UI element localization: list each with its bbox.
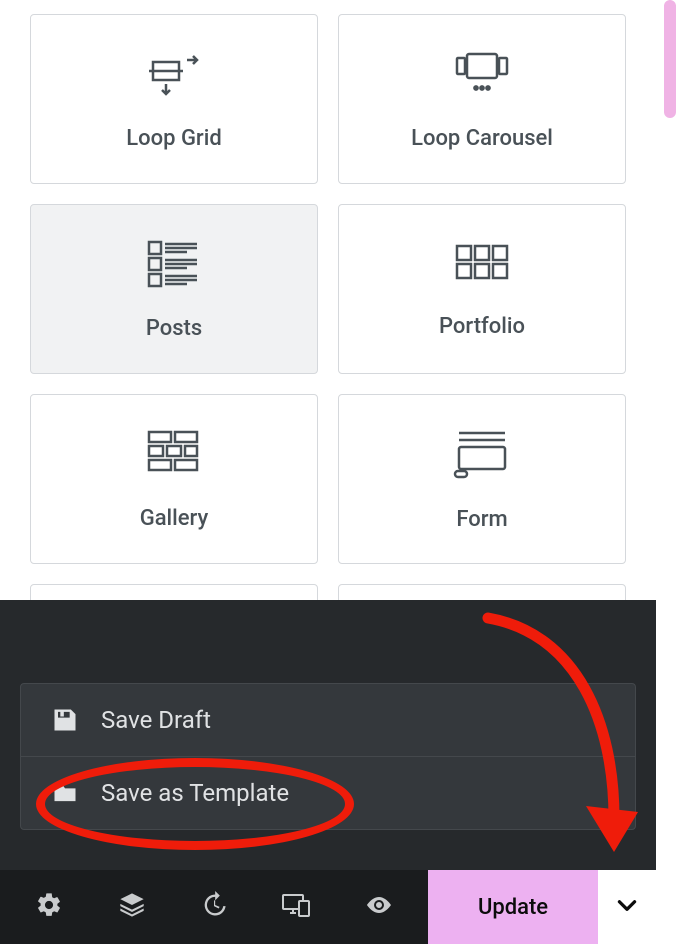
save-options-menu: Save Draft Save as Template	[20, 683, 636, 830]
widget-label: Posts	[146, 316, 202, 341]
widget-portfolio[interactable]: Portfolio	[338, 204, 626, 374]
chevron-down-icon	[614, 892, 640, 922]
save-draft-option[interactable]: Save Draft	[21, 684, 635, 756]
history-icon	[200, 891, 228, 923]
bottom-toolbar: Update	[0, 870, 656, 944]
posts-icon	[143, 238, 205, 292]
widget-panel: Loop Grid Loop Carousel	[0, 0, 656, 600]
widget-label: Loop Grid	[126, 126, 221, 151]
widget-label: Form	[456, 507, 507, 532]
form-icon	[451, 427, 513, 483]
save-as-template-option[interactable]: Save as Template	[21, 756, 635, 829]
right-gutter	[656, 0, 676, 944]
widget-posts[interactable]: Posts	[30, 204, 318, 374]
devices-icon	[281, 892, 311, 922]
update-button[interactable]: Update	[428, 870, 598, 944]
widget-loop-carousel[interactable]: Loop Carousel	[338, 14, 626, 184]
settings-button[interactable]	[19, 870, 79, 944]
update-label: Update	[478, 895, 548, 920]
widget-label: Gallery	[140, 506, 209, 531]
widget-label: Loop Carousel	[411, 126, 553, 151]
save-as-template-label: Save as Template	[101, 779, 289, 807]
layers-icon	[118, 891, 146, 923]
preview-button[interactable]	[349, 870, 409, 944]
widget-label: Portfolio	[439, 314, 525, 339]
widget-loop-grid[interactable]: Loop Grid	[30, 14, 318, 184]
responsive-button[interactable]	[266, 870, 326, 944]
eye-icon	[364, 894, 394, 920]
navigator-button[interactable]	[102, 870, 162, 944]
floppy-icon	[51, 706, 79, 734]
widget-gallery[interactable]: Gallery	[30, 394, 318, 564]
loop-grid-icon	[143, 48, 205, 102]
save-popup-backdrop: Save Draft Save as Template	[0, 600, 656, 870]
loop-carousel-icon	[449, 48, 515, 102]
portfolio-icon	[451, 240, 513, 290]
save-draft-label: Save Draft	[101, 706, 211, 734]
gear-icon	[35, 891, 63, 923]
scroll-indicator	[664, 0, 676, 118]
history-button[interactable]	[184, 870, 244, 944]
save-options-toggle[interactable]	[598, 870, 656, 944]
folder-icon	[51, 779, 79, 807]
widget-form[interactable]: Form	[338, 394, 626, 564]
gallery-icon	[143, 428, 205, 482]
